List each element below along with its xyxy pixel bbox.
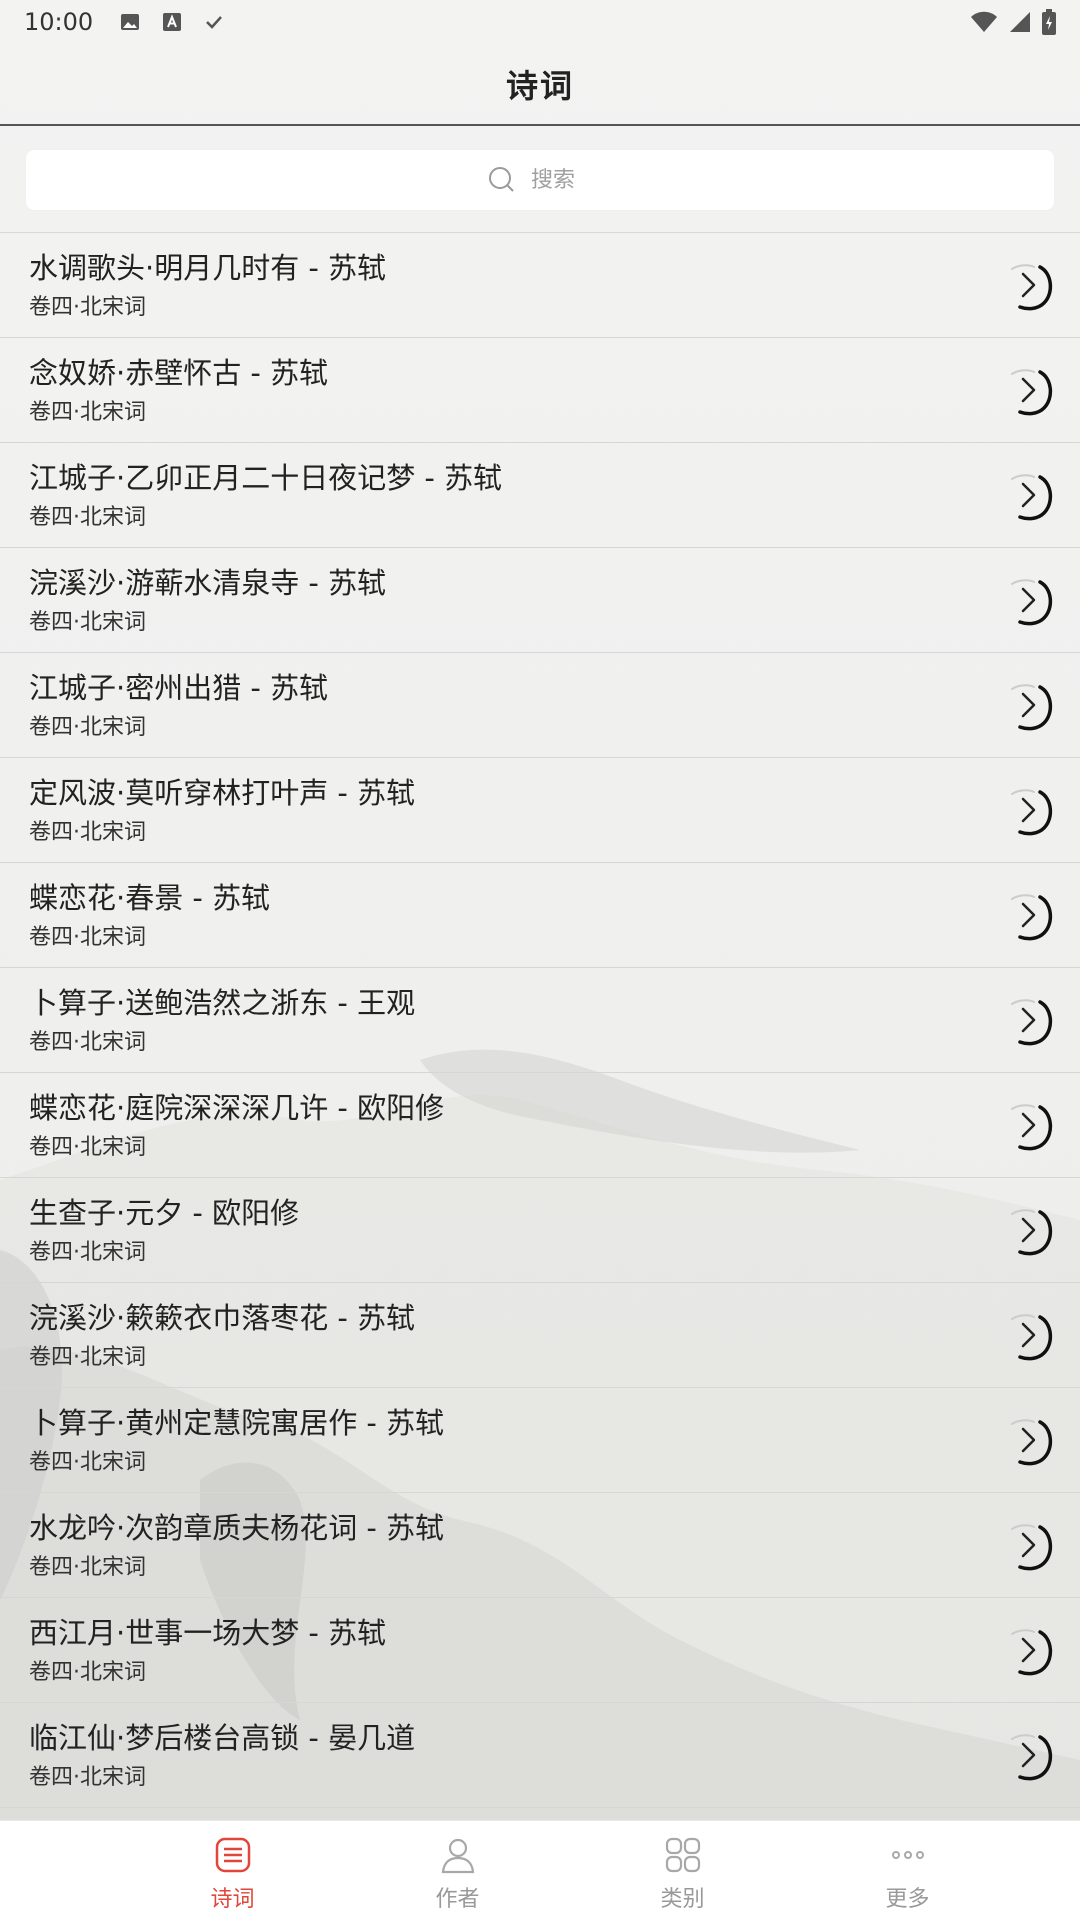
poem-list-item[interactable]: 水调歌头·明月几时有 - 苏轼卷四·北宋词 (0, 233, 1080, 338)
tab-label: 类别 (660, 1887, 705, 1912)
poem-list-item[interactable]: 西江月·世事一场大梦 - 苏轼卷四·北宋词 (0, 1598, 1080, 1703)
poem-subtitle: 卷四·北宋词 (29, 610, 146, 635)
poem-title: 定风波·莫听穿林打叶声 - 苏轼 (29, 776, 416, 810)
poem-subtitle: 卷四·北宋词 (29, 820, 146, 845)
chevron-right-icon[interactable] (1000, 1097, 1056, 1153)
check-icon (206, 16, 223, 29)
poem-list-item[interactable]: 浣溪沙·簌簌衣巾落枣花 - 苏轼卷四·北宋词 (0, 1283, 1080, 1388)
chevron-right-icon[interactable] (1000, 992, 1056, 1048)
chevron-right-icon[interactable] (1000, 572, 1056, 628)
poem-title: 江城子·密州出猎 - 苏轼 (29, 671, 329, 705)
poem-title: 临江仙·梦后楼台高锁 - 晏几道 (29, 1721, 416, 1755)
image-icon (121, 14, 140, 30)
poem-subtitle: 卷四·北宋词 (29, 1450, 146, 1475)
bottom-tab-bar: 诗词 作者 类别 更多 (0, 1820, 1080, 1920)
poem-title: 水龙吟·次韵章质夫杨花词 - 苏轼 (29, 1511, 445, 1545)
chevron-right-icon[interactable] (1000, 1307, 1056, 1363)
tab-poetry[interactable]: 诗词 (120, 1821, 345, 1920)
search-input[interactable] (529, 166, 593, 194)
poem-subtitle: 卷四·北宋词 (29, 1555, 146, 1580)
poem-list-item[interactable]: 江城子·乙卯正月二十日夜记梦 - 苏轼卷四·北宋词 (0, 443, 1080, 548)
poem-subtitle: 卷四·北宋词 (29, 1660, 146, 1685)
more-dots-icon (891, 1851, 924, 1859)
poem-list-item[interactable]: 生查子·元夕 - 欧阳修卷四·北宋词 (0, 1178, 1080, 1283)
poem-subtitle: 卷四·北宋词 (29, 715, 146, 740)
tab-label: 更多 (885, 1887, 930, 1912)
poem-subtitle: 卷四·北宋词 (29, 1135, 146, 1160)
chevron-right-icon[interactable] (1000, 467, 1056, 523)
poem-list-item[interactable]: 定风波·莫听穿林打叶声 - 苏轼卷四·北宋词 (0, 758, 1080, 863)
poem-subtitle: 卷四·北宋词 (29, 295, 146, 320)
chevron-right-icon[interactable] (1000, 887, 1056, 943)
chevron-right-icon[interactable] (1000, 257, 1056, 313)
chevron-right-icon[interactable] (1000, 1622, 1056, 1678)
chevron-right-icon[interactable] (1000, 677, 1056, 733)
poem-subtitle: 卷四·北宋词 (29, 400, 146, 425)
poem-subtitle: 卷四·北宋词 (29, 1240, 146, 1265)
status-bar: 10:00 (0, 0, 1080, 44)
search-bar[interactable] (26, 150, 1054, 210)
chevron-right-icon[interactable] (1000, 782, 1056, 838)
poem-title: 江城子·乙卯正月二十日夜记梦 - 苏轼 (29, 461, 503, 495)
wifi-icon (971, 11, 997, 32)
poem-title: 浣溪沙·簌簌衣巾落枣花 - 苏轼 (29, 1301, 416, 1335)
tab-more[interactable]: 更多 (795, 1821, 1020, 1920)
page-title: 诗词 (505, 67, 574, 105)
tab-label: 作者 (435, 1887, 480, 1912)
poem-list-item[interactable]: 江城子·密州出猎 - 苏轼卷四·北宋词 (0, 653, 1080, 758)
poem-title: 蝶恋花·春景 - 苏轼 (29, 881, 271, 915)
poem-title: 卜算子·送鲍浩然之浙东 - 王观 (29, 986, 416, 1020)
status-time: 10:00 (24, 8, 94, 36)
poem-title: 西江月·世事一场大梦 - 苏轼 (29, 1616, 387, 1650)
grid-icon (665, 1837, 700, 1873)
poem-list-item[interactable]: 临江仙·梦后楼台高锁 - 晏几道卷四·北宋词 (0, 1703, 1080, 1808)
poem-subtitle: 卷四·北宋词 (29, 1765, 146, 1790)
signal-icon (1010, 12, 1030, 32)
tab-author[interactable]: 作者 (345, 1821, 570, 1920)
poem-subtitle: 卷四·北宋词 (29, 1030, 146, 1055)
poem-list-item[interactable]: 念奴娇·赤壁怀古 - 苏轼卷四·北宋词 (0, 338, 1080, 443)
poem-title: 卜算子·黄州定慧院寓居作 - 苏轼 (29, 1406, 445, 1440)
poem-list: 水调歌头·明月几时有 - 苏轼 卷四·北宋词 念奴娇·赤壁怀古 - 苏轼 卷四·北宋词… (0, 232, 1080, 1808)
chevron-right-icon[interactable] (1000, 1412, 1056, 1468)
poem-title: 生查子·元夕 - 欧阳修 (29, 1196, 300, 1230)
chevron-right-icon[interactable] (1000, 1517, 1056, 1573)
poem-subtitle: 卷四·北宋词 (29, 505, 146, 530)
poem-title: 念奴娇·赤壁怀古 - 苏轼 (29, 356, 329, 390)
poem-title: 水调歌头·明月几时有 - 苏轼 (29, 251, 387, 285)
poem-list-item[interactable]: 卜算子·送鲍浩然之浙东 - 王观卷四·北宋词 (0, 968, 1080, 1073)
poem-title: 蝶恋花·庭院深深深几许 - 欧阳修 (29, 1091, 445, 1125)
search-icon (489, 167, 514, 192)
tab-category[interactable]: 类别 (570, 1821, 795, 1920)
font-a-icon (163, 13, 182, 31)
poem-subtitle: 卷四·北宋词 (29, 1345, 146, 1370)
poem-list-item[interactable]: 蝶恋花·春景 - 苏轼卷四·北宋词 (0, 863, 1080, 968)
title-bar: 诗词 (0, 44, 1080, 126)
poem-subtitle: 卷四·北宋词 (29, 925, 146, 950)
poem-list-item[interactable]: 浣溪沙·游蕲水清泉寺 - 苏轼卷四·北宋词 (0, 548, 1080, 653)
poem-list-item[interactable]: 水龙吟·次韵章质夫杨花词 - 苏轼卷四·北宋词 (0, 1493, 1080, 1598)
status-right (970, 9, 1056, 35)
tab-label: 诗词 (210, 1887, 255, 1912)
person-icon (441, 1838, 474, 1874)
poem-list-item[interactable]: 卜算子·黄州定慧院寓居作 - 苏轼卷四·北宋词 (0, 1388, 1080, 1493)
poetry-icon (215, 1837, 250, 1873)
poem-list-item[interactable]: 蝶恋花·庭院深深深几许 - 欧阳修卷四·北宋词 (0, 1073, 1080, 1178)
chevron-right-icon[interactable] (1000, 1727, 1056, 1783)
chevron-right-icon[interactable] (1000, 1202, 1056, 1258)
chevron-right-icon[interactable] (1000, 362, 1056, 418)
poem-title: 浣溪沙·游蕲水清泉寺 - 苏轼 (29, 566, 387, 600)
status-left: 10:00 (24, 8, 225, 36)
battery-icon (1042, 9, 1056, 35)
